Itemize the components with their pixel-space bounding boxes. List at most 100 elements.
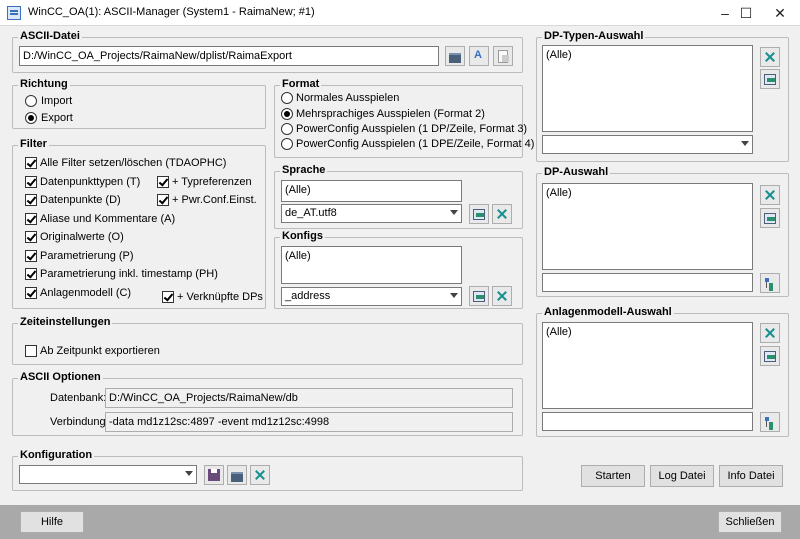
- dp-typen-combo[interactable]: [542, 135, 753, 154]
- richtung-label: Richtung: [18, 78, 70, 91]
- chevron-down-icon: [741, 141, 749, 146]
- checkbox-ab-zeitpunkt[interactable]: [25, 345, 37, 357]
- checkbox-datenpunkttypen-label: Datenpunkttypen (T): [40, 176, 141, 188]
- radio-format-3[interactable]: [281, 123, 293, 135]
- checkbox-anlagenmodell-label: Anlagenmodell (C): [40, 287, 132, 299]
- dp-typen-clear-icon[interactable]: [760, 47, 780, 67]
- radio-format-normal[interactable]: [281, 92, 293, 104]
- starten-button[interactable]: Starten: [581, 465, 645, 487]
- konfigs-select-icon[interactable]: [469, 286, 489, 306]
- format-label: Format: [280, 78, 322, 91]
- konfigs-combo[interactable]: _address: [281, 287, 462, 306]
- ascii-file-path-input[interactable]: D:/WinCC_OA_Projects/RaimaNew/dplist/Rai…: [19, 46, 439, 66]
- document-icon[interactable]: [493, 46, 513, 66]
- window-title: WinCC_OA(1): ASCII-Manager (System1 - Ra…: [28, 6, 315, 18]
- filter-label: Filter: [18, 138, 49, 151]
- checkbox-typreferenzen[interactable]: [157, 176, 169, 188]
- anlagen-list[interactable]: (Alle): [542, 322, 753, 409]
- checkbox-parametrierung[interactable]: [25, 250, 37, 262]
- radio-format-4-label: PowerConfig Ausspielen (1 DPE/Zeile, For…: [296, 138, 535, 150]
- chevron-down-icon: [185, 471, 193, 476]
- save-icon[interactable]: [204, 465, 224, 485]
- dp-auswahl-input[interactable]: [542, 273, 753, 292]
- checkbox-typreferenzen-label: + Typreferenzen: [172, 176, 252, 188]
- dp-auswahl-list[interactable]: (Alle): [542, 183, 753, 270]
- ascii-optionen-label: ASCII Optionen: [18, 371, 103, 384]
- dp-typen-list-item[interactable]: (Alle): [546, 49, 572, 61]
- sprache-combo[interactable]: de_AT.utf8: [281, 204, 462, 223]
- folder-icon[interactable]: [445, 46, 465, 66]
- konfiguration-combo[interactable]: [19, 465, 197, 484]
- close-window-button[interactable]: ✕: [760, 0, 800, 26]
- dp-auswahl-label: DP-Auswahl: [542, 166, 611, 179]
- anlagen-clear-icon[interactable]: [760, 323, 780, 343]
- chevron-down-icon: [450, 293, 458, 298]
- sprache-list-item[interactable]: (Alle): [285, 184, 311, 196]
- radio-format-2[interactable]: [281, 108, 293, 120]
- checkbox-originalwerte[interactable]: [25, 231, 37, 243]
- checkbox-verknuepfte-dps[interactable]: [162, 291, 174, 303]
- ascii-view-icon[interactable]: [469, 46, 489, 66]
- sprache-label: Sprache: [280, 164, 328, 177]
- konfigs-clear-icon[interactable]: [492, 286, 512, 306]
- chevron-down-icon: [450, 210, 458, 215]
- radio-format-3-label: PowerConfig Ausspielen (1 DP/Zeile, Form…: [296, 123, 528, 135]
- datenbank-label: Datenbank:: [50, 392, 107, 404]
- dp-typen-select-icon[interactable]: [760, 69, 780, 89]
- konfigs-combo-value: _address: [285, 290, 331, 302]
- info-datei-button[interactable]: Info Datei: [719, 465, 783, 487]
- konfiguration-clear-icon[interactable]: [250, 465, 270, 485]
- checkbox-aliase[interactable]: [25, 213, 37, 225]
- checkbox-pwr-conf[interactable]: [157, 194, 169, 206]
- checkbox-pwr-conf-label: + Pwr.Conf.Einst.: [172, 194, 257, 206]
- radio-import[interactable]: [25, 95, 37, 107]
- anlagen-label: Anlagenmodell-Auswahl: [542, 306, 674, 319]
- checkbox-parametrierung-ts-label: Parametrierung inkl. timestamp (PH): [40, 268, 218, 280]
- bottom-bar: [0, 505, 800, 539]
- konfigs-list[interactable]: (Alle): [281, 246, 462, 284]
- verbindung-field: -data md1z12sc:4897 -event md1z12sc:4998: [105, 412, 513, 432]
- checkbox-anlagenmodell[interactable]: [25, 287, 37, 299]
- log-datei-button[interactable]: Log Datei: [650, 465, 714, 487]
- datenbank-field: D:/WinCC_OA_Projects/RaimaNew/db: [105, 388, 513, 408]
- sprache-select-icon[interactable]: [469, 204, 489, 224]
- schliessen-button[interactable]: Schließen: [718, 511, 782, 533]
- checkbox-parametrierung-label: Parametrierung (P): [40, 250, 134, 262]
- app-icon: [7, 6, 21, 20]
- checkbox-datenpunkte-label: Datenpunkte (D): [40, 194, 121, 206]
- konfigs-label: Konfigs: [280, 230, 325, 243]
- verbindung-label: Verbindung:: [50, 416, 109, 428]
- dp-auswahl-tree-icon[interactable]: [760, 273, 780, 293]
- anlagen-list-item[interactable]: (Alle): [546, 326, 572, 338]
- anlagen-tree-icon[interactable]: [760, 412, 780, 432]
- checkbox-parametrierung-ts[interactable]: [25, 268, 37, 280]
- anlagen-input[interactable]: [542, 412, 753, 431]
- checkbox-alle-filter[interactable]: [25, 157, 37, 169]
- checkbox-datenpunkttypen[interactable]: [25, 176, 37, 188]
- sprache-combo-value: de_AT.utf8: [285, 207, 337, 219]
- dp-auswahl-select-icon[interactable]: [760, 208, 780, 228]
- checkbox-datenpunkte[interactable]: [25, 194, 37, 206]
- konfiguration-label: Konfiguration: [18, 449, 95, 462]
- zeit-label: Zeiteinstellungen: [18, 316, 113, 329]
- hilfe-button[interactable]: Hilfe: [20, 511, 84, 533]
- checkbox-aliase-label: Aliase und Kommentare (A): [40, 213, 176, 225]
- radio-export[interactable]: [25, 112, 37, 124]
- dp-typen-list[interactable]: (Alle): [542, 45, 753, 132]
- ascii-datei-label: ASCII-Datei: [18, 30, 82, 43]
- checkbox-originalwerte-label: Originalwerte (O): [40, 231, 124, 243]
- checkbox-alle-filter-label: Alle Filter setzen/löschen (TDAOPHC): [40, 157, 227, 169]
- radio-format-2-label: Mehrsprachiges Ausspielen (Format 2): [296, 108, 485, 120]
- dp-auswahl-clear-icon[interactable]: [760, 185, 780, 205]
- checkbox-verknuepfte-dps-label: + Verknüpfte DPs: [177, 291, 263, 303]
- radio-format-normal-label: Normales Ausspielen: [296, 92, 400, 104]
- konfigs-list-item[interactable]: (Alle): [285, 250, 311, 262]
- folder-icon[interactable]: [227, 465, 247, 485]
- title-bar: WinCC_OA(1): ASCII-Manager (System1 - Ra…: [0, 0, 800, 26]
- checkbox-ab-zeitpunkt-label: Ab Zeitpunkt exportieren: [40, 345, 160, 357]
- sprache-clear-icon[interactable]: [492, 204, 512, 224]
- anlagen-select-icon[interactable]: [760, 346, 780, 366]
- radio-format-4[interactable]: [281, 138, 293, 150]
- dp-auswahl-list-item[interactable]: (Alle): [546, 187, 572, 199]
- sprache-list[interactable]: (Alle): [281, 180, 462, 202]
